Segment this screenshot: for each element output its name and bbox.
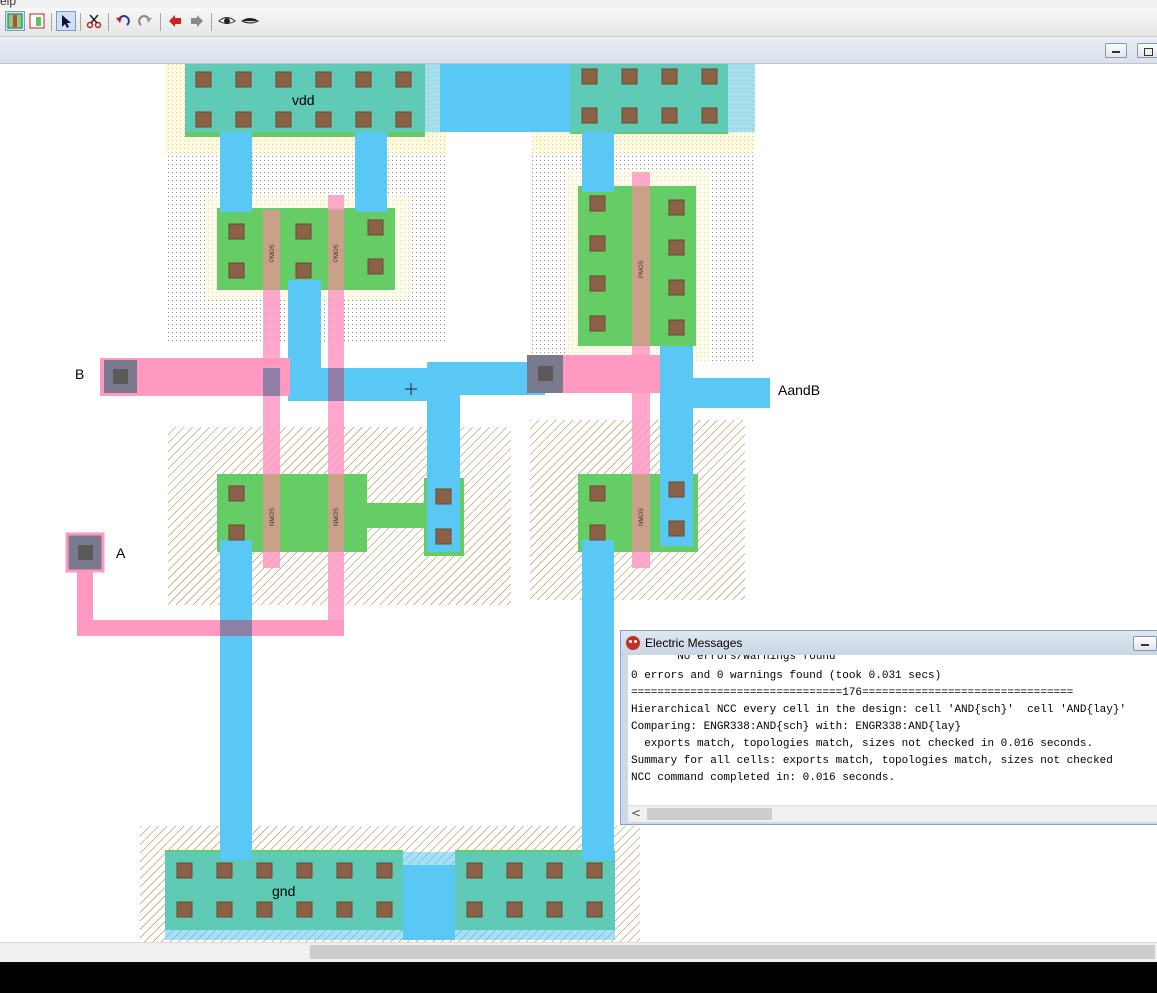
- red-left-arrow-icon: [169, 15, 181, 27]
- canvas-hscrollbar[interactable]: [0, 942, 1157, 962]
- minimize-button[interactable]: [1105, 43, 1127, 58]
- scroll-left-icon[interactable]: <: [631, 806, 641, 820]
- transistor-label-nmos-2: NMOS: [334, 508, 340, 526]
- toolbar: [0, 8, 1157, 37]
- messages-title: Electric Messages: [645, 636, 743, 650]
- menu-help[interactable]: elp: [0, 0, 16, 8]
- label-a[interactable]: A: [116, 545, 126, 561]
- transistor-label-pmos-2: PMOS: [334, 244, 340, 262]
- poly-a-input: [77, 620, 344, 636]
- forward-button[interactable]: [187, 11, 207, 31]
- transistor-label-nmos-1: NMOS: [270, 508, 276, 526]
- messages-window: Electric Messages No errors/warnings fou…: [620, 630, 1157, 825]
- arrow-cursor-icon: [62, 15, 71, 28]
- messages-scroll-thumb[interactable]: [647, 808, 772, 820]
- canvas-scroll-thumb[interactable]: [310, 945, 1155, 959]
- click-mode-button[interactable]: [5, 11, 25, 31]
- transistor-label-pmos-3: PMOS: [639, 260, 645, 278]
- electric-app-icon: [626, 636, 640, 650]
- select-arrow-button[interactable]: [56, 11, 76, 31]
- message-line: Comparing: ENGR338:AND{sch} with: ENGR33…: [631, 721, 962, 733]
- scissors-icon: [86, 14, 102, 29]
- message-line: ================================176=====…: [631, 687, 1074, 699]
- edit-mode-icon: [29, 13, 45, 29]
- redo-icon: [138, 15, 152, 26]
- restore-button[interactable]: [1137, 43, 1157, 58]
- undo-icon: [116, 15, 130, 26]
- edit-mode-button[interactable]: [27, 11, 47, 31]
- eye-icon: [218, 17, 236, 24]
- back-button[interactable]: [165, 11, 185, 31]
- redo-button[interactable]: [135, 11, 155, 31]
- message-line: Summary for all cells: exports match, to…: [631, 755, 1113, 767]
- message-line: NCC command completed in: 0.016 seconds.: [631, 772, 896, 784]
- label-vdd[interactable]: vdd: [292, 92, 315, 108]
- message-line: exports match, topologies match, sizes n…: [631, 738, 1094, 750]
- closed-eye-icon: [241, 18, 259, 24]
- message-line: 0 errors and 0 warnings found (took 0.03…: [631, 670, 942, 682]
- unexpand-button[interactable]: [240, 11, 260, 31]
- gray-right-arrow-icon: [191, 15, 203, 27]
- messages-hscrollbar[interactable]: <: [628, 805, 1157, 822]
- output-metal-wire: [660, 378, 770, 408]
- messages-text-area[interactable]: No errors/warnings found 0 errors and 0 …: [628, 655, 1157, 805]
- transistor-label-nmos-3: NMOS: [639, 508, 645, 526]
- taskbar: [0, 962, 1157, 993]
- message-line: No errors/warnings found: [631, 655, 836, 663]
- nmos-active-mid: [365, 503, 425, 528]
- click-mode-icon: [7, 13, 23, 29]
- cut-tool-button[interactable]: [84, 11, 104, 31]
- label-aandb[interactable]: AandB: [778, 382, 820, 398]
- menu-bar: elp: [0, 0, 1157, 8]
- transistor-label-pmos-1: PMOS: [270, 244, 276, 262]
- undo-button[interactable]: [113, 11, 133, 31]
- layout-window-titlebar: [0, 37, 1157, 64]
- expand-button[interactable]: [217, 11, 237, 31]
- label-gnd[interactable]: gnd: [272, 883, 295, 899]
- messages-minimize-button[interactable]: [1133, 636, 1157, 651]
- mid-metal-wire: [288, 368, 440, 401]
- label-b[interactable]: B: [75, 366, 84, 382]
- messages-titlebar[interactable]: Electric Messages: [621, 631, 1157, 655]
- message-line: Hierarchical NCC every cell in the desig…: [631, 704, 1127, 716]
